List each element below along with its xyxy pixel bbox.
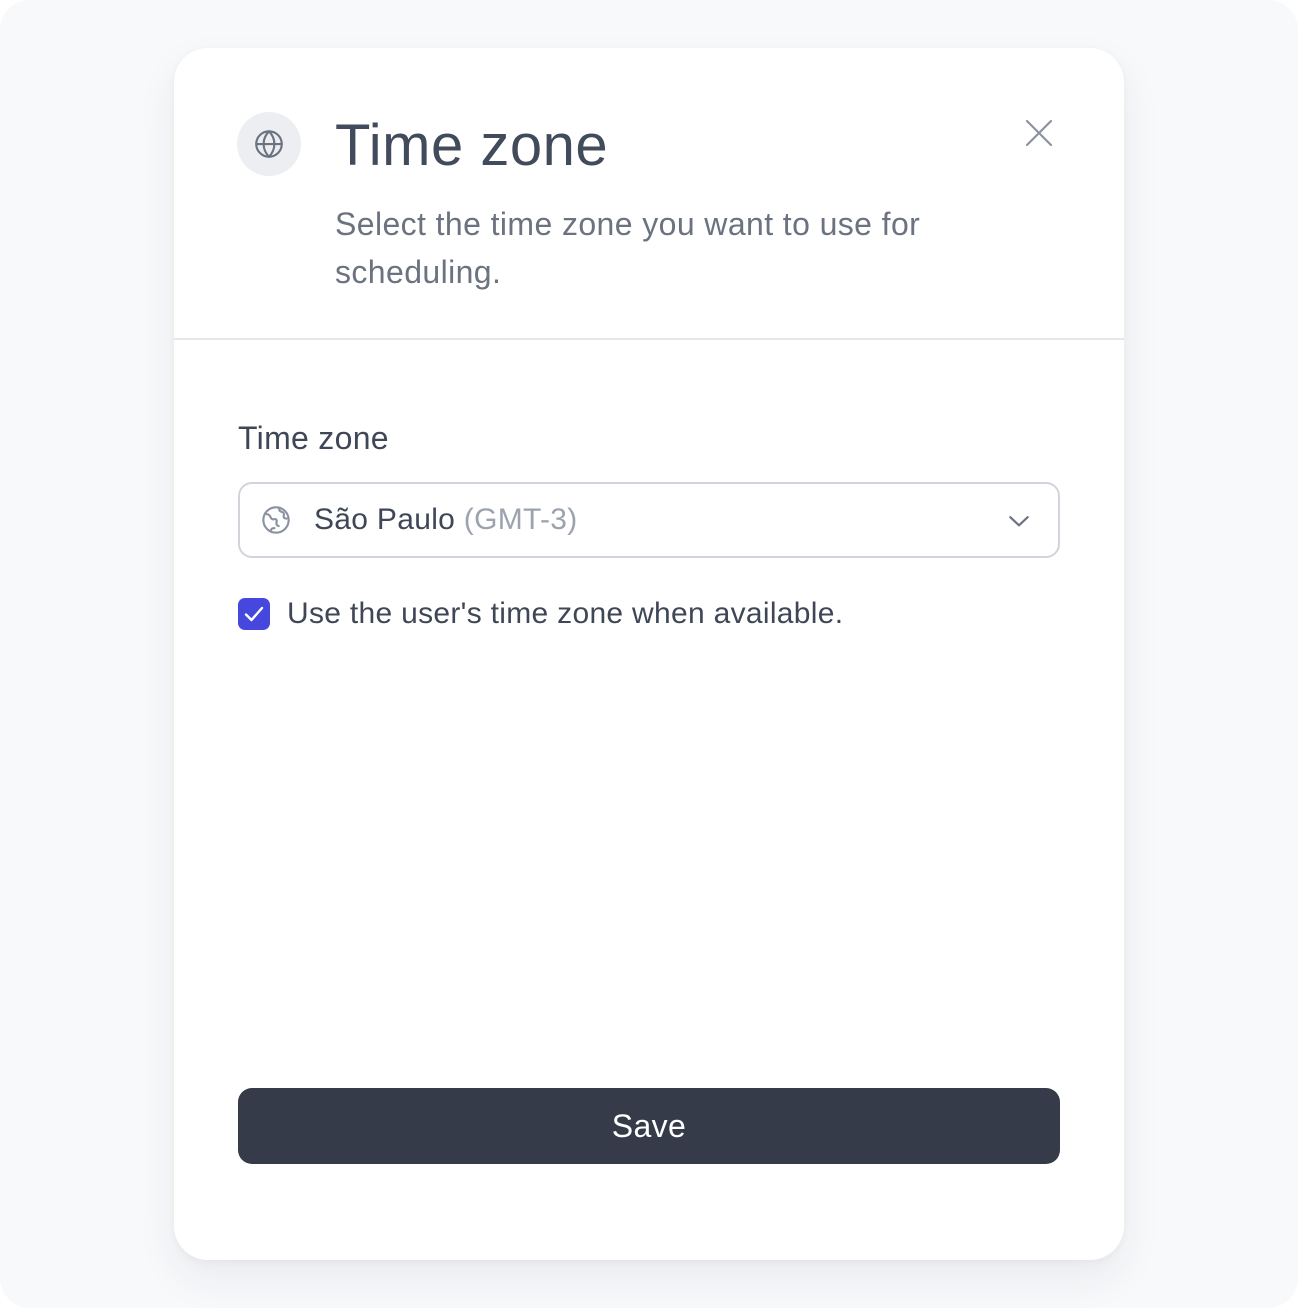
time-zone-field-label: Time zone <box>238 420 389 456</box>
time-zone-dialog: Time zone Select the time zone you want … <box>174 48 1124 1260</box>
checkbox-label: Use the user's time zone when available. <box>287 597 844 630</box>
chevron-down-icon[interactable] <box>1006 508 1032 534</box>
page-backdrop: Time zone Select the time zone you want … <box>0 0 1298 1308</box>
dialog-title: Time zone <box>335 113 609 178</box>
header-icon-badge <box>237 112 301 176</box>
checkmark-icon <box>244 606 264 622</box>
selected-time-zone: São Paulo (GMT-3) <box>314 501 578 539</box>
dialog-header: Time zone Select the time zone you want … <box>174 48 1124 340</box>
use-user-time-zone-option[interactable]: Use the user's time zone when available. <box>238 594 843 634</box>
selected-offset: (GMT-3) <box>463 503 578 536</box>
selected-city: São Paulo <box>314 503 456 536</box>
use-user-time-zone-checkbox[interactable] <box>238 598 270 630</box>
globe-icon <box>262 506 290 534</box>
time-zone-select[interactable]: São Paulo (GMT-3) <box>238 482 1060 558</box>
close-button[interactable] <box>1016 110 1062 156</box>
save-button[interactable]: Save <box>238 1088 1060 1164</box>
globe-icon <box>255 130 283 158</box>
close-icon[interactable] <box>1023 117 1055 149</box>
dialog-subtitle: Select the time zone you want to use for… <box>335 206 921 290</box>
